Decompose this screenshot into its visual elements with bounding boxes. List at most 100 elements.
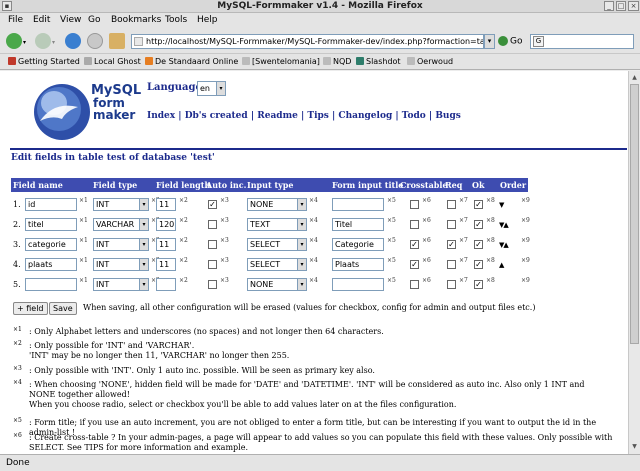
scroll-up-icon[interactable]: ▲ (630, 72, 639, 83)
go-button[interactable]: Go (498, 36, 522, 47)
move-down-icon[interactable]: ▼ (499, 201, 504, 209)
table-row: 1.id×1INT▾×211×2✓×3NONE▾×4×5×6×7✓×8▼×9 (11, 196, 530, 213)
minimize-icon[interactable]: _ (604, 1, 614, 11)
go-label: Go (510, 36, 523, 47)
link-index[interactable]: Index (147, 111, 175, 121)
move-up-icon[interactable]: ▲ (499, 261, 504, 269)
form-input-title-input[interactable]: Titel (332, 218, 384, 231)
field-length-input[interactable]: 11 (156, 238, 176, 251)
footnote-marker: ×2 (13, 340, 22, 347)
ok-checkbox[interactable]: ✓ (474, 260, 483, 269)
field-name-input[interactable]: id (25, 198, 77, 211)
bookmark-slashdot[interactable]: Slashdot (356, 57, 401, 66)
link-changelog[interactable]: Changelog (338, 111, 392, 121)
bookmark-nqd[interactable]: NQD (323, 57, 351, 66)
footnote-marker: ×1 (79, 237, 88, 244)
auto-inc-checkbox[interactable] (208, 220, 217, 229)
required-checkbox[interactable]: ✓ (447, 240, 456, 249)
scrollbar-thumb[interactable] (630, 84, 639, 344)
menu-view[interactable]: View (60, 15, 81, 25)
footnote-marker: ×1 (79, 277, 88, 284)
ok-checkbox[interactable]: ✓ (474, 200, 483, 209)
field-type-select[interactable]: INT ▾ (93, 258, 149, 271)
menu-file[interactable]: File (8, 15, 23, 25)
required-checkbox[interactable] (447, 280, 456, 289)
chevron-down-icon: ▾ (297, 219, 306, 230)
auto-inc-checkbox[interactable] (208, 240, 217, 249)
forward-dropdown-icon[interactable]: ▾ (52, 39, 55, 46)
search-engine-icon[interactable]: G (533, 36, 544, 47)
close-icon[interactable]: × (628, 1, 639, 11)
back-button[interactable] (6, 33, 22, 49)
field-type-select[interactable]: INT ▾ (93, 238, 149, 251)
input-type-select[interactable]: SELECT ▾ (247, 258, 307, 271)
move-up-icon[interactable]: ▲ (503, 221, 508, 229)
bookmark-de-standaard[interactable]: De Standaard Online (145, 57, 238, 66)
link-readme[interactable]: Readme (257, 111, 298, 121)
vertical-scrollbar[interactable]: ▲ ▼ (628, 71, 640, 454)
crosstable-checkbox[interactable]: ✓ (410, 240, 419, 249)
reload-button[interactable] (65, 33, 81, 49)
bookmark-swentelomania[interactable]: [Swentelomania] (242, 57, 320, 66)
language-select[interactable]: en ▾ (197, 81, 226, 96)
ok-checkbox[interactable]: ✓ (474, 220, 483, 229)
field-name-input[interactable]: categorie (25, 238, 77, 251)
maximize-icon[interactable]: □ (616, 1, 626, 11)
window-menu-icon[interactable]: ▪ (2, 1, 12, 11)
search-input[interactable]: G (530, 34, 634, 49)
url-input[interactable]: http://localhost/MySQL-Formmaker/MySQL-F… (131, 34, 484, 49)
field-type-select[interactable]: INT ▾ (93, 198, 149, 211)
form-input-title-input[interactable] (332, 278, 384, 291)
field-type-select[interactable]: VARCHAR ▾ (93, 218, 149, 231)
move-up-icon[interactable]: ▲ (503, 241, 508, 249)
menu-bookmarks[interactable]: Bookmarks (111, 15, 161, 25)
link-todo[interactable]: Todo (402, 111, 426, 121)
crosstable-checkbox[interactable] (410, 200, 419, 209)
link-tips[interactable]: Tips (307, 111, 328, 121)
bookmark-getting-started[interactable]: Getting Started (8, 57, 80, 66)
col-auto-inc: Auto inc. (206, 180, 247, 190)
input-type-select[interactable]: TEXT ▾ (247, 218, 307, 231)
scroll-down-icon[interactable]: ▼ (630, 441, 639, 452)
menu-go[interactable]: Go (88, 15, 100, 25)
form-input-title-input[interactable] (332, 198, 384, 211)
menu-tools[interactable]: Tools (165, 15, 187, 25)
required-checkbox[interactable] (447, 200, 456, 209)
auto-inc-checkbox[interactable]: ✓ (208, 200, 217, 209)
forward-button[interactable] (35, 33, 51, 49)
ok-checkbox[interactable]: ✓ (474, 280, 483, 289)
field-length-input[interactable]: 11 (156, 198, 176, 211)
field-name-input[interactable]: titel (25, 218, 77, 231)
crosstable-checkbox[interactable]: ✓ (410, 260, 419, 269)
field-length-input[interactable]: 11 (156, 258, 176, 271)
link-bugs[interactable]: Bugs (435, 111, 461, 121)
input-type-select[interactable]: SELECT ▾ (247, 238, 307, 251)
back-dropdown-icon[interactable]: ▾ (23, 39, 26, 46)
auto-inc-checkbox[interactable] (208, 280, 217, 289)
field-type-select[interactable]: INT ▾ (93, 278, 149, 291)
input-type-select[interactable]: NONE ▾ (247, 198, 307, 211)
add-field-button[interactable]: + field (13, 302, 48, 315)
field-name-input[interactable] (25, 278, 77, 291)
link-dbs-created[interactable]: Db's created (185, 111, 248, 121)
url-dropdown-button[interactable]: ▾ (484, 34, 495, 49)
bookmark-local-ghost[interactable]: Local Ghost (84, 57, 141, 66)
ok-checkbox[interactable]: ✓ (474, 240, 483, 249)
auto-inc-checkbox[interactable] (208, 260, 217, 269)
stop-button[interactable] (87, 33, 103, 49)
form-input-title-input[interactable]: Plaats (332, 258, 384, 271)
crosstable-checkbox[interactable] (410, 280, 419, 289)
field-name-input[interactable]: plaats (25, 258, 77, 271)
required-checkbox[interactable] (447, 220, 456, 229)
crosstable-checkbox[interactable] (410, 220, 419, 229)
input-type-select[interactable]: NONE ▾ (247, 278, 307, 291)
form-input-title-input[interactable]: Categorie (332, 238, 384, 251)
save-button[interactable]: Save (49, 302, 77, 315)
field-length-input[interactable]: 120 (156, 218, 176, 231)
home-button[interactable] (109, 33, 125, 49)
menu-help[interactable]: Help (197, 15, 218, 25)
menu-edit[interactable]: Edit (33, 15, 50, 25)
bookmark-oerwoud[interactable]: Oerwoud (407, 57, 453, 66)
field-length-input[interactable] (156, 278, 176, 291)
required-checkbox[interactable] (447, 260, 456, 269)
